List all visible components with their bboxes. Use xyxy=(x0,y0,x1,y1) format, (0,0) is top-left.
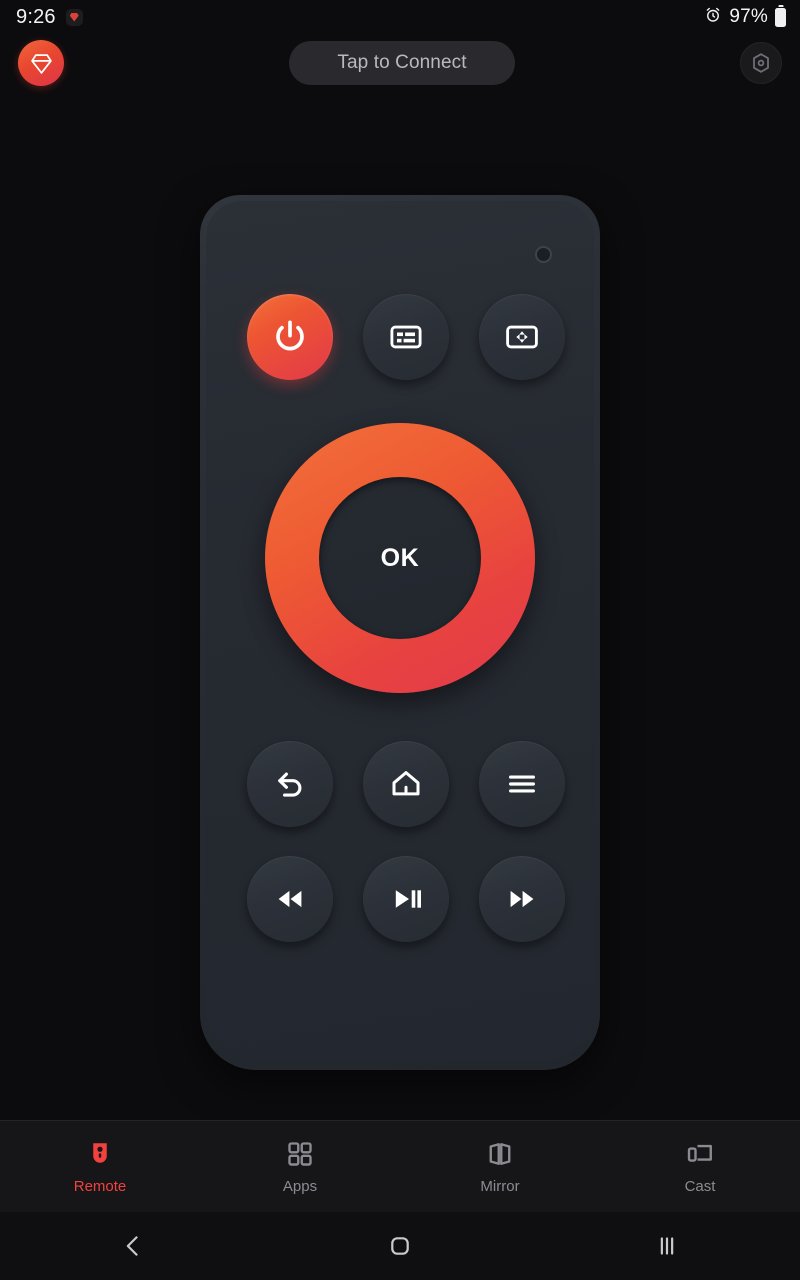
play-pause-icon xyxy=(395,890,421,908)
status-bar-right: 97% xyxy=(704,6,786,29)
fast-forward-icon xyxy=(510,890,534,908)
tab-label-apps: Apps xyxy=(282,1177,318,1195)
power-button[interactable] xyxy=(247,294,333,380)
alarm-clock-icon xyxy=(704,6,722,29)
app-header: Tap to Connect xyxy=(0,34,800,92)
power-icon xyxy=(276,320,304,351)
sidebar-item-remote[interactable]: Remote xyxy=(0,1139,200,1195)
app-notification-icon xyxy=(65,8,83,26)
remote-media-row xyxy=(206,856,594,942)
battery-full-icon xyxy=(775,7,786,27)
tap-to-connect-button[interactable]: Tap to Connect xyxy=(289,41,515,85)
dpad-screen-icon xyxy=(506,325,538,349)
play-pause-button[interactable] xyxy=(363,856,449,942)
remote-nav-row xyxy=(206,741,594,827)
sidebar-item-apps[interactable]: Apps xyxy=(200,1139,400,1195)
dpad-ring[interactable]: OK xyxy=(265,423,535,693)
nav-recents-icon[interactable] xyxy=(533,1232,800,1260)
status-bar: 9:26 97% xyxy=(0,0,800,34)
ok-button[interactable]: OK xyxy=(319,477,481,639)
screen-mirror-icon xyxy=(489,1142,511,1165)
nav-back-icon[interactable] xyxy=(0,1232,267,1260)
sidebar-item-cast[interactable]: Cast xyxy=(600,1139,800,1195)
status-time: 9:26 xyxy=(16,5,56,28)
ok-label: OK xyxy=(380,543,420,572)
menu-button[interactable] xyxy=(479,741,565,827)
remote-top-row xyxy=(206,294,594,380)
android-nav-bar xyxy=(0,1212,800,1280)
tab-label-cast: Cast xyxy=(684,1177,716,1195)
app-screen: 9:26 97% Tap to Connect OK Remote Apps M… xyxy=(0,0,800,1280)
bottom-tab-bar: Remote Apps Mirror Cast xyxy=(0,1120,800,1212)
back-arrow-icon xyxy=(278,772,302,797)
cast-screen-icon xyxy=(687,1144,712,1162)
tab-label-remote: Remote xyxy=(73,1177,127,1195)
keyboard-button[interactable] xyxy=(363,294,449,380)
remote-control-body: OK xyxy=(200,195,600,1070)
ir-led-indicator xyxy=(535,246,552,263)
touchpad-button[interactable] xyxy=(479,294,565,380)
remote-face: OK xyxy=(206,201,594,1060)
menu-hamburger-icon xyxy=(509,775,535,793)
nav-home-icon[interactable] xyxy=(267,1232,534,1260)
battery-percent: 97% xyxy=(729,6,768,27)
status-bar-left: 9:26 xyxy=(16,6,83,29)
rewind-icon xyxy=(278,890,302,908)
apps-grid-icon xyxy=(288,1141,312,1166)
diamond-gem-icon[interactable] xyxy=(18,40,64,86)
keyboard-icon xyxy=(390,325,422,349)
forward-button[interactable] xyxy=(479,856,565,942)
connect-label: Tap to Connect xyxy=(337,52,467,73)
back-button[interactable] xyxy=(247,741,333,827)
sidebar-item-mirror[interactable]: Mirror xyxy=(400,1139,600,1195)
settings-gear-icon[interactable] xyxy=(740,42,782,84)
dpad-wrapper: OK xyxy=(265,423,535,693)
remote-icon xyxy=(93,1142,107,1163)
home-button[interactable] xyxy=(363,741,449,827)
home-icon xyxy=(392,771,420,796)
rewind-button[interactable] xyxy=(247,856,333,942)
tab-label-mirror: Mirror xyxy=(480,1177,520,1195)
